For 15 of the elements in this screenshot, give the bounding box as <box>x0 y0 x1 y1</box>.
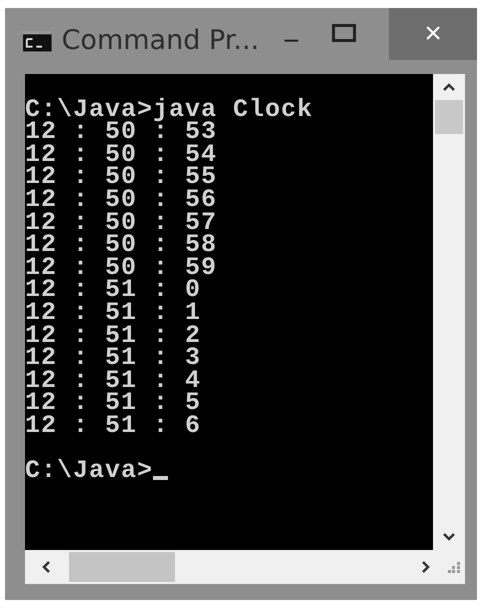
scroll-thumb[interactable] <box>69 552 175 582</box>
text-cursor <box>153 476 168 480</box>
scroll-down-icon[interactable] <box>442 532 456 542</box>
command-prompt: C:\Java> <box>25 460 154 483</box>
scroll-up-icon[interactable] <box>442 82 456 92</box>
window-title: Command Pr... <box>62 24 260 58</box>
scroll-right-icon[interactable] <box>421 560 431 574</box>
resize-grip-icon[interactable] <box>447 560 461 574</box>
console-app-icon <box>23 30 52 52</box>
scroll-left-icon[interactable] <box>41 560 51 574</box>
scroll-thumb[interactable] <box>435 100 463 134</box>
maximize-icon <box>332 24 356 42</box>
console-line: 12 : 51 : 6 <box>25 410 202 440</box>
close-button[interactable]: × <box>389 8 477 60</box>
minimize-button[interactable]: − <box>283 27 300 55</box>
